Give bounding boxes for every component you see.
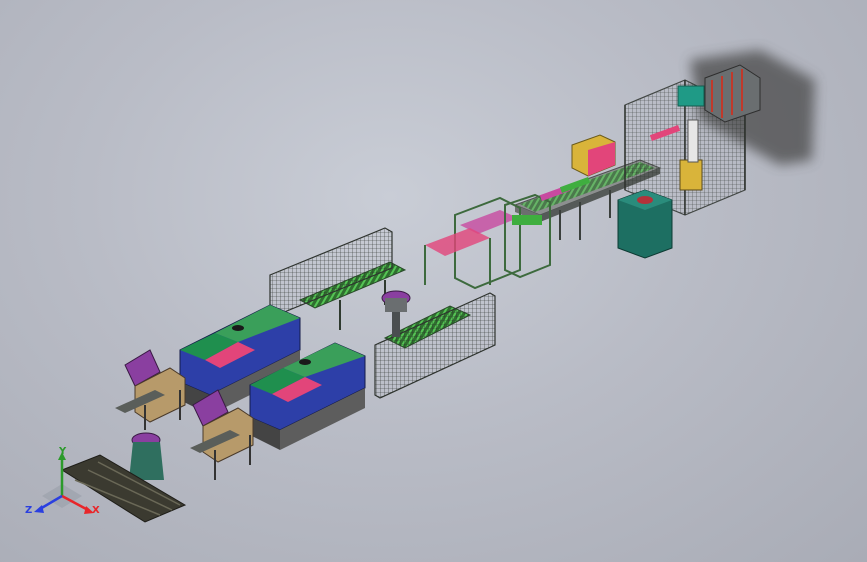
x-axis-label: X <box>92 505 100 516</box>
bowl-feeder-bottom[interactable] <box>129 432 164 480</box>
electrical-cabinet[interactable] <box>617 189 673 259</box>
loading-station-upper[interactable] <box>115 349 186 430</box>
production-line-model[interactable] <box>0 0 867 562</box>
yellow-pink-unit[interactable] <box>571 134 616 177</box>
loading-station-lower[interactable] <box>190 389 254 480</box>
axis-triad: Y X Z <box>22 446 108 526</box>
left-fence-upper[interactable] <box>269 227 393 316</box>
cad-viewport[interactable]: Y X Z <box>0 0 867 562</box>
y-axis-label: Y <box>59 446 67 457</box>
z-axis-label: Z <box>25 505 33 516</box>
